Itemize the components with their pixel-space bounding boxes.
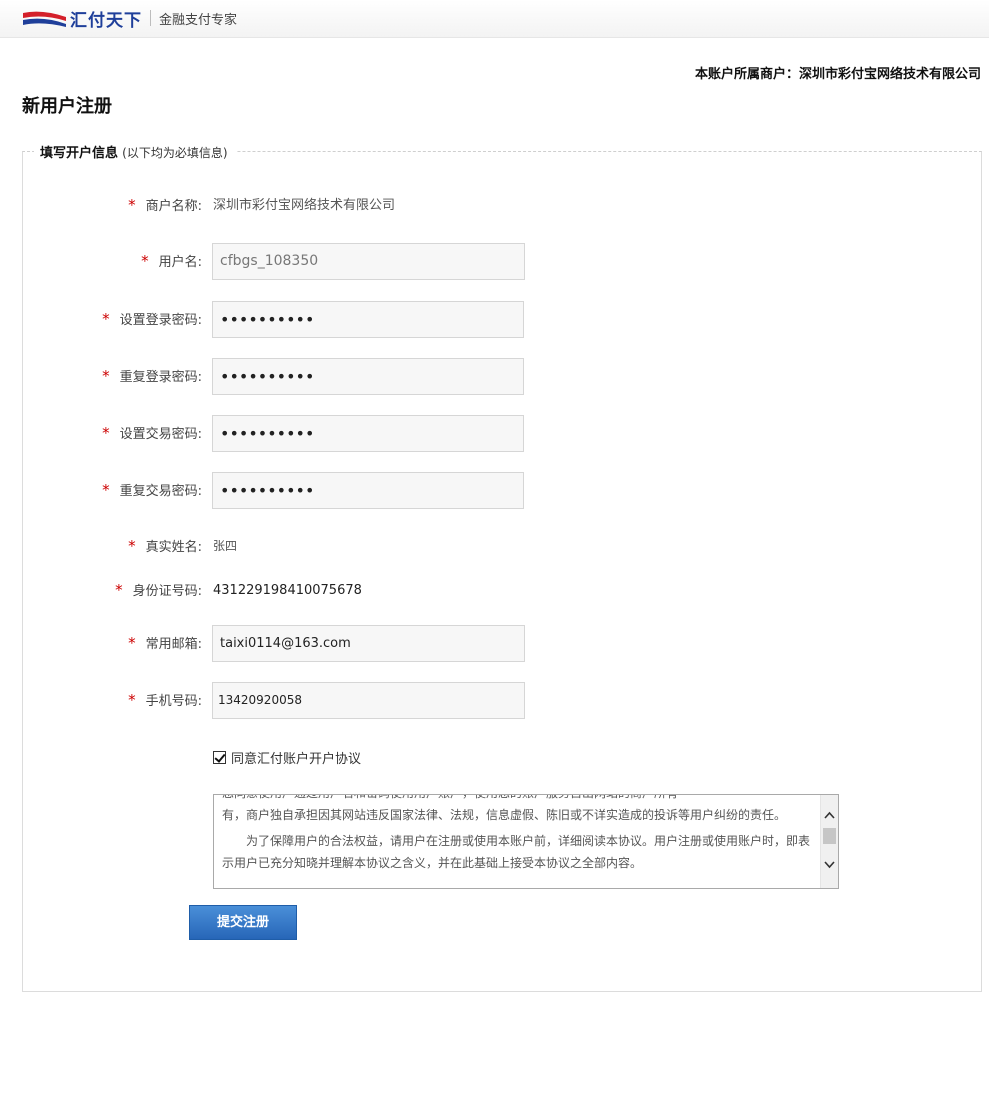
login-password-label: * 设置登录密码: — [102, 310, 202, 328]
merchant-name-label: * 商户名称: — [128, 196, 202, 214]
brand-logo-icon — [22, 7, 68, 29]
username-label: * 用户名: — [141, 252, 202, 270]
merchant-name-value: 深圳市彩付宝网络技术有限公司 — [213, 198, 396, 213]
required-mark: * — [128, 691, 136, 709]
required-mark: * — [102, 367, 110, 385]
email-field[interactable]: taixi0114@163.com — [212, 625, 525, 662]
merchant-owner-text: 本账户所属商户：深圳市彩付宝网络技术有限公司 — [694, 67, 981, 82]
brand-slogan: 金融支付专家 — [159, 12, 238, 28]
required-mark: * — [128, 196, 136, 214]
required-mark: * — [115, 581, 123, 599]
form-row-login-password: * 设置登录密码: •••••••••• — [0, 301, 989, 338]
login-password-repeat-field[interactable]: •••••••••• — [212, 358, 524, 395]
phone-label: * 手机号码: — [128, 691, 202, 709]
trade-password-label: * 设置交易密码: — [102, 424, 202, 442]
form-row-phone: * 手机号码: 13420920058 — [0, 682, 989, 719]
terms-scrollbar[interactable] — [820, 795, 838, 888]
terms-line-cut: 您同意使用户通过用户名和密码使用用户账户，使用您的账户服务自出网站的商户所有 — [222, 795, 817, 804]
top-header-bar: 汇付天下 金融支付专家 — [0, 0, 989, 38]
page-title: 新用户注册 — [22, 96, 112, 117]
form-row-trade-password-repeat: * 重复交易密码: •••••••••• — [0, 472, 989, 509]
agreement-checkbox-row[interactable]: 同意汇付账户开户协议 — [213, 748, 361, 767]
legend-note: (以下均为必填信息) — [122, 146, 228, 160]
terms-line-2: 为了保障用户的合法权益，请用户在注册或使用本账户前，详细阅读本协议。用户注册或使… — [222, 834, 811, 848]
login-password-repeat-label: * 重复登录密码: — [102, 367, 202, 385]
required-mark: * — [128, 537, 136, 555]
phone-field[interactable]: 13420920058 — [212, 682, 525, 719]
agreement-label[interactable]: 同意汇付账户开户协议 — [231, 748, 361, 767]
brand-name: 汇付天下 — [70, 10, 142, 31]
form-row-real-name: * 真实姓名: 张四 — [0, 528, 989, 565]
login-password-field[interactable]: •••••••••• — [212, 301, 524, 338]
required-mark: * — [128, 634, 136, 652]
agreement-terms-text: 您同意使用户通过用户名和密码使用用户账户，使用您的账户服务自出网站的商户所有 有… — [222, 795, 817, 883]
username-field[interactable]: cfbgs_108350 — [212, 243, 525, 280]
form-row-id-number: * 身份证号码: 431229198410075678 — [0, 572, 989, 609]
trade-password-repeat-field[interactable]: •••••••••• — [212, 472, 524, 509]
agreement-checkbox[interactable] — [213, 750, 226, 764]
section-legend: 填写开户信息 (以下均为必填信息) — [34, 142, 236, 161]
chevron-up-icon[interactable] — [821, 807, 838, 824]
form-row-email: * 常用邮箱: taixi0114@163.com — [0, 625, 989, 662]
email-label: * 常用邮箱: — [128, 634, 202, 652]
chevron-down-icon[interactable] — [821, 857, 838, 874]
legend-title: 填写开户信息 — [40, 146, 119, 161]
trade-password-repeat-label: * 重复交易密码: — [102, 481, 202, 499]
required-mark: * — [141, 252, 149, 270]
real-name-value: 张四 — [213, 539, 238, 553]
form-row-trade-password: * 设置交易密码: •••••••••• — [0, 415, 989, 452]
header-divider — [150, 10, 151, 26]
id-number-label: * 身份证号码: — [115, 581, 202, 599]
trade-password-field[interactable]: •••••••••• — [212, 415, 524, 452]
id-number-value: 431229198410075678 — [213, 583, 362, 598]
brand-logo[interactable]: 汇付天下 金融支付专家 — [22, 5, 237, 31]
required-mark: * — [102, 424, 110, 442]
form-row-username: * 用户名: cfbgs_108350 — [0, 243, 989, 280]
agreement-terms-box[interactable]: 您同意使用户通过用户名和密码使用用户账户，使用您的账户服务自出网站的商户所有 有… — [213, 794, 839, 889]
scroll-thumb[interactable] — [823, 828, 836, 844]
required-mark: * — [102, 310, 110, 328]
terms-line-1: 有，商户独自承担因其网站违反国家法律、法规，信息虚假、陈旧或不详实造成的投诉等用… — [222, 808, 787, 822]
required-mark: * — [102, 481, 110, 499]
terms-line-3: 示用户已充分知晓并理解本协议之含义，并在此基础上接受本协议之全部内容。 — [222, 856, 643, 870]
submit-registration-button[interactable]: 提交注册 — [189, 905, 297, 940]
form-row-login-password-repeat: * 重复登录密码: •••••••••• — [0, 358, 989, 395]
form-row-merchant-name: * 商户名称: 深圳市彩付宝网络技术有限公司 — [0, 187, 989, 224]
real-name-label: * 真实姓名: — [128, 537, 202, 555]
